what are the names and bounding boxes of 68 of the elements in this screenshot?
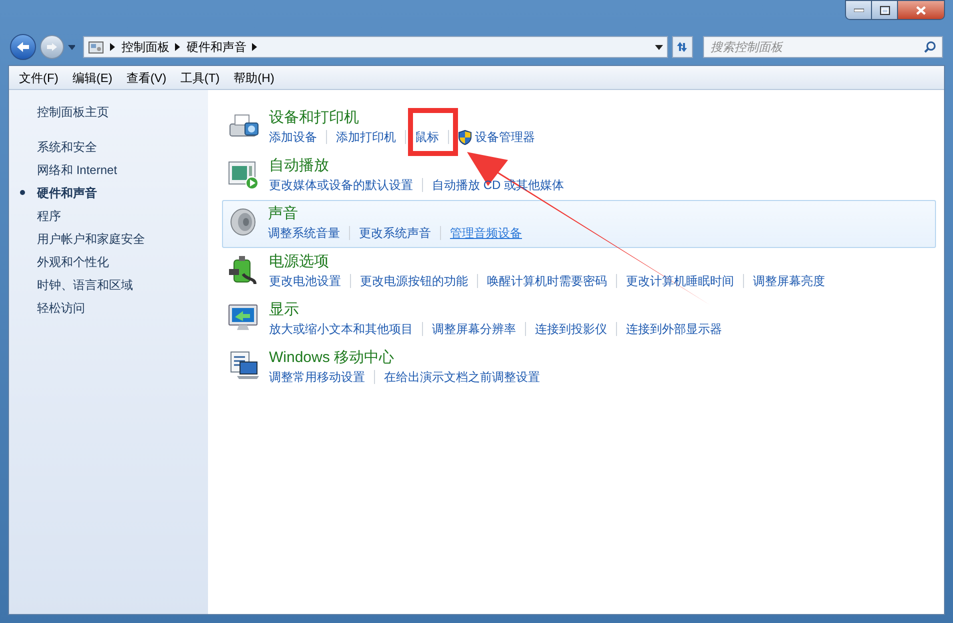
sidebar-link[interactable]: 时钟、语言和区域 [37, 276, 133, 294]
sidebar-link[interactable]: 用户帐户和家庭安全 [37, 230, 145, 248]
menu-item[interactable]: 文件(F) [13, 66, 64, 89]
sidebar-home-link[interactable]: 控制面板主页 [37, 102, 109, 122]
forward-arrow-icon [46, 42, 58, 52]
task-link[interactable]: 调整系统音量 [268, 224, 340, 242]
sidebar-link[interactable]: 系统和安全 [37, 138, 97, 156]
sidebar-link[interactable]: 轻松访问 [37, 298, 85, 316]
dropdown-caret-icon[interactable] [654, 44, 663, 50]
category-title[interactable]: 自动播放 [269, 156, 329, 175]
category-title[interactable]: 声音 [268, 204, 298, 223]
sidebar-link[interactable]: 网络和 Internet [37, 160, 118, 178]
category-title[interactable]: 显示 [269, 300, 299, 319]
search-icon [924, 41, 936, 53]
maximize-button[interactable] [872, 1, 898, 19]
category-panel[interactable]: 设备和打印机 添加设备 添加打印机 鼠标 设备管理器 [222, 104, 936, 152]
task-link[interactable]: 唤醒计算机时需要密码 [487, 272, 607, 290]
category-title[interactable]: Windows 移动中心 [269, 348, 394, 367]
close-icon [916, 6, 926, 14]
task-link[interactable]: 调整屏幕分辨率 [432, 320, 516, 338]
search-placeholder: 搜索控制面板 [710, 39, 784, 56]
task-link[interactable]: 更改电池设置 [269, 272, 341, 290]
task-link[interactable]: 更改媒体或设备的默认设置 [269, 176, 413, 194]
category-panel[interactable]: 声音 调整系统音量 更改系统声音 管理音频设备 [222, 200, 936, 248]
task-link[interactable]: 添加打印机 [336, 128, 396, 146]
caret-icon [68, 44, 76, 50]
task-link[interactable]: 放大或缩小文本和其他项目 [269, 320, 413, 338]
breadcrumb[interactable]: 控制面板 [121, 38, 170, 56]
task-link[interactable]: 更改计算机睡眠时间 [626, 272, 734, 290]
category-panel[interactable]: Windows 移动中心 调整常用移动设置 在给出演示文档之前调整设置 [222, 344, 936, 392]
close-button[interactable] [898, 1, 944, 19]
menu-item[interactable]: 帮助(H) [228, 66, 280, 89]
category-panel[interactable]: 电源选项 更改电池设置 更改电源按钮的功能 唤醒计算机时需要密码 更改计算机睡眠时间 调整屏幕亮度 [222, 248, 936, 296]
task-link[interactable]: 更改电源按钮的功能 [360, 272, 468, 290]
address-field[interactable]: 控制面板 硬件和声音 [83, 36, 668, 58]
task-link[interactable]: 更改系统声音 [359, 224, 431, 242]
category-panel[interactable]: 显示 放大或缩小文本和其他项目 调整屏幕分辨率 连接到投影仪 连接到外部显示器 [222, 296, 936, 344]
breadcrumb[interactable]: 硬件和声音 [186, 38, 246, 56]
task-link[interactable]: 添加设备 [269, 128, 317, 146]
control-panel-icon [88, 40, 104, 54]
category-title[interactable]: 设备和打印机 [269, 108, 359, 127]
battery-plug-icon[interactable] [227, 254, 259, 286]
task-link[interactable]: 调整屏幕亮度 [753, 272, 825, 290]
category-title[interactable]: 电源选项 [269, 252, 329, 271]
task-link[interactable]: 鼠标 [415, 128, 439, 146]
maximize-icon [880, 6, 890, 14]
refresh-icon [675, 41, 690, 53]
chevron-icon[interactable] [110, 43, 116, 51]
chevron-icon[interactable] [252, 43, 258, 51]
back-arrow-icon [16, 41, 30, 53]
current-bullet-icon [20, 190, 25, 195]
task-link[interactable]: 调整常用移动设置 [269, 368, 365, 386]
back-button[interactable] [10, 34, 36, 60]
sidebar-link[interactable]: 外观和个性化 [37, 252, 109, 270]
task-link[interactable]: 管理音频设备 [450, 224, 522, 242]
task-link[interactable]: 连接到投影仪 [535, 320, 607, 338]
sidebar-link[interactable]: 程序 [37, 206, 61, 224]
minimize-icon [854, 8, 864, 12]
task-link[interactable]: 在给出演示文档之前调整设置 [384, 368, 540, 386]
menu-item[interactable]: 编辑(E) [66, 66, 118, 89]
refresh-button[interactable] [672, 36, 694, 58]
task-link[interactable]: 设备管理器 [475, 128, 535, 146]
menu-item[interactable]: 查看(V) [120, 66, 172, 89]
menu-item[interactable]: 工具(T) [174, 66, 226, 89]
minimize-button[interactable] [846, 1, 872, 19]
task-link[interactable]: 连接到外部显示器 [626, 320, 722, 338]
chevron-icon[interactable] [175, 43, 180, 51]
sidebar-link[interactable]: 硬件和声音 [37, 184, 97, 202]
